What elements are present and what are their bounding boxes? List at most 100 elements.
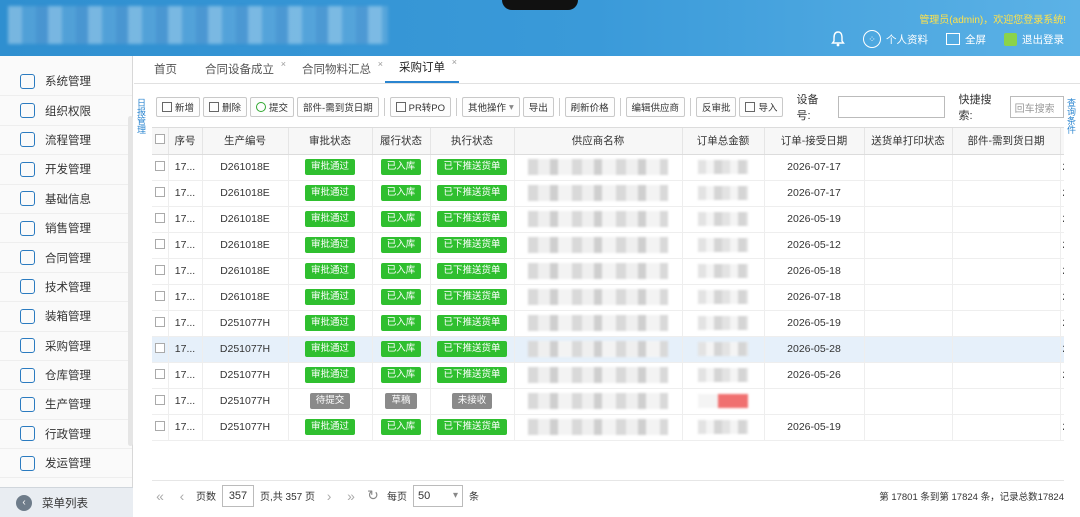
sidebar-item-flow[interactable]: 流程管理 (0, 126, 132, 156)
row-checkbox[interactable] (154, 238, 165, 249)
sidebar-item-org[interactable]: 组织权限 (0, 96, 132, 126)
device-no-input[interactable] (837, 96, 946, 118)
page-input[interactable]: 357 (222, 484, 254, 507)
approval-status-badge: 审批通过 (304, 341, 355, 357)
table-row[interactable]: 17...D261018E 审批通过 已入库已下推送货单 2026-07-18 2( (152, 284, 1064, 311)
row-checkbox-cell[interactable] (152, 154, 169, 181)
profile-button[interactable]: ⁘ 个人资料 (863, 30, 928, 48)
row-checkbox[interactable] (154, 420, 165, 431)
supplier-cell (514, 180, 683, 207)
per-page-select[interactable]: 50 (413, 484, 464, 507)
sidebar-scrollbar[interactable] (128, 116, 133, 446)
tab-contract-equipment[interactable]: 合同设备成立 × (191, 59, 288, 83)
first-page-icon[interactable]: « (152, 488, 168, 504)
quick-search-input[interactable]: 回车搜索 (1009, 96, 1064, 118)
table-row[interactable]: 17...D261018E 审批通过 已入库已下推送货单 2026-05-18 2( (152, 258, 1064, 285)
side-tab-query[interactable]: 查询条件 (1066, 86, 1078, 146)
row-checkbox-cell[interactable] (152, 258, 169, 285)
select-all-cell[interactable] (152, 128, 169, 155)
tab-purchase-order[interactable]: 采购订单 × (385, 57, 459, 83)
column-header[interactable]: 供应商名称 (514, 128, 683, 155)
side-tab-daily[interactable]: 日报管理 (136, 86, 148, 146)
sidebar-item-packing[interactable]: 装箱管理 (0, 302, 132, 332)
table-row[interactable]: 17...D261018E 审批通过 已入库已下推送货单 2026-05-12 2( (152, 232, 1064, 259)
row-checkbox-cell[interactable] (152, 180, 169, 207)
table-row[interactable]: 17...D251077H 审批通过 已入库已下推送货单 2026-05-19 2( (152, 414, 1064, 441)
row-checkbox-cell[interactable] (152, 310, 169, 337)
table-row[interactable]: 17...D261018E 审批通过 已入库已下推送货单 2026-07-17 2( (152, 154, 1064, 181)
column-header[interactable]: 履行状态 (372, 128, 431, 155)
sidebar-item-shipping[interactable]: 发运管理 (0, 449, 132, 479)
column-header[interactable]: 审批状态 (288, 128, 373, 155)
close-icon[interactable]: × (378, 59, 383, 69)
column-header[interactable]: 订单-接受日期 (764, 128, 865, 155)
row-checkbox[interactable] (154, 264, 165, 275)
pr-to-po-button[interactable]: PR转PO (389, 97, 452, 117)
row-checkbox[interactable] (154, 394, 165, 405)
accept-date-cell: 2026-07-18 (764, 284, 865, 311)
column-header[interactable]: 序号 (168, 128, 203, 155)
sidebar-item-dev[interactable]: 开发管理 (0, 155, 132, 185)
row-checkbox-cell[interactable] (152, 206, 169, 233)
refresh-icon[interactable]: ↻ (365, 487, 381, 504)
sidebar-item-tech[interactable]: 技术管理 (0, 273, 132, 303)
close-icon[interactable]: × (452, 57, 457, 67)
edit-supplier-button[interactable]: 编辑供应商 (625, 97, 686, 117)
row-checkbox-cell[interactable] (152, 362, 169, 389)
row-checkbox-cell[interactable] (152, 232, 169, 259)
row-checkbox[interactable] (154, 316, 165, 327)
add-button[interactable]: 新增 (156, 97, 201, 117)
sidebar-item-admin[interactable]: 行政管理 (0, 420, 132, 450)
table-row[interactable]: 17...D251077H 审批通过 已入库已下推送货单 2026-05-26 2( (152, 362, 1064, 389)
column-header[interactable]: 生产编号 (202, 128, 289, 155)
overflow-cell: 2( (1060, 284, 1064, 311)
submit-button[interactable]: 提交 (250, 97, 295, 117)
sidebar-item-contract[interactable]: 合同管理 (0, 243, 132, 273)
table-row[interactable]: 17...D251077H 审批通过 已入库已下推送货单 2026-05-19 2( (152, 310, 1064, 337)
tab-home[interactable]: 首页 (140, 61, 191, 83)
row-checkbox-cell[interactable] (152, 388, 169, 415)
import-button[interactable]: 导入 (739, 97, 784, 117)
select-all-checkbox[interactable] (154, 134, 165, 145)
row-checkbox-cell[interactable] (152, 284, 169, 311)
row-checkbox-cell[interactable] (152, 414, 169, 441)
refresh-price-button[interactable]: 刷新价格 (564, 97, 615, 117)
menu-list-button[interactable]: ‹ 菜单列表 (0, 487, 133, 517)
table-row[interactable]: 17...D261018E 审批通过 已入库已下推送货单 2026-07-17 2( (152, 180, 1064, 207)
tab-contract-material[interactable]: 合同物料汇总 × (288, 59, 385, 83)
delete-button[interactable]: 删除 (203, 97, 248, 117)
row-checkbox[interactable] (154, 290, 165, 301)
row-checkbox[interactable] (154, 342, 165, 353)
sidebar-item-system[interactable]: 系统管理 (0, 67, 132, 97)
sidebar-item-purchase[interactable]: 采购管理 (0, 332, 132, 361)
export-button[interactable]: 导出 (522, 97, 554, 117)
sidebar-item-basic[interactable]: 基础信息 (0, 185, 132, 214)
parts-date-button[interactable]: 部件-需到货日期 (297, 97, 379, 117)
table-row[interactable]: 17...D261018E 审批通过 已入库已下推送货单 2026-05-19 2( (152, 206, 1064, 233)
row-checkbox[interactable] (154, 212, 165, 223)
accept-date-cell: 2026-05-19 (764, 206, 865, 233)
sidebar-item-sales[interactable]: 销售管理 (0, 214, 132, 244)
column-header[interactable]: 订单总金额 (682, 128, 765, 155)
row-checkbox[interactable] (154, 368, 165, 379)
column-header[interactable]: 送货单打印状态 (864, 128, 953, 155)
logout-button[interactable]: 退出登录 (1004, 32, 1064, 47)
prev-page-icon[interactable]: ‹ (174, 488, 190, 504)
close-icon[interactable]: × (281, 59, 286, 69)
fullscreen-button[interactable]: 全屏 (946, 32, 986, 47)
last-page-icon[interactable]: » (343, 488, 359, 504)
reverse-approve-button[interactable]: 反审批 (695, 97, 737, 117)
next-page-icon[interactable]: › (321, 488, 337, 504)
sidebar-item-production[interactable]: 生产管理 (0, 390, 132, 420)
other-ops-dropdown[interactable]: 其他操作 ▾ (461, 97, 520, 117)
bell-icon[interactable] (831, 31, 845, 47)
row-checkbox[interactable] (154, 186, 165, 197)
table-row[interactable]: 17... D251077H 待提交 草稿 未接收 (152, 388, 1064, 415)
column-header[interactable]: 执行状态 (430, 128, 515, 155)
row-checkbox[interactable] (154, 160, 165, 171)
column-header[interactable]: 部件-需到货日期 (952, 128, 1061, 155)
sidebar-item-warehouse[interactable]: 仓库管理 (0, 361, 132, 391)
row-checkbox-cell[interactable] (152, 336, 169, 363)
table-row[interactable]: 17...D251077H 审批通过 已入库已下推送货单 2026-05-28 2( (152, 336, 1064, 363)
warehouse-icon (20, 367, 35, 383)
